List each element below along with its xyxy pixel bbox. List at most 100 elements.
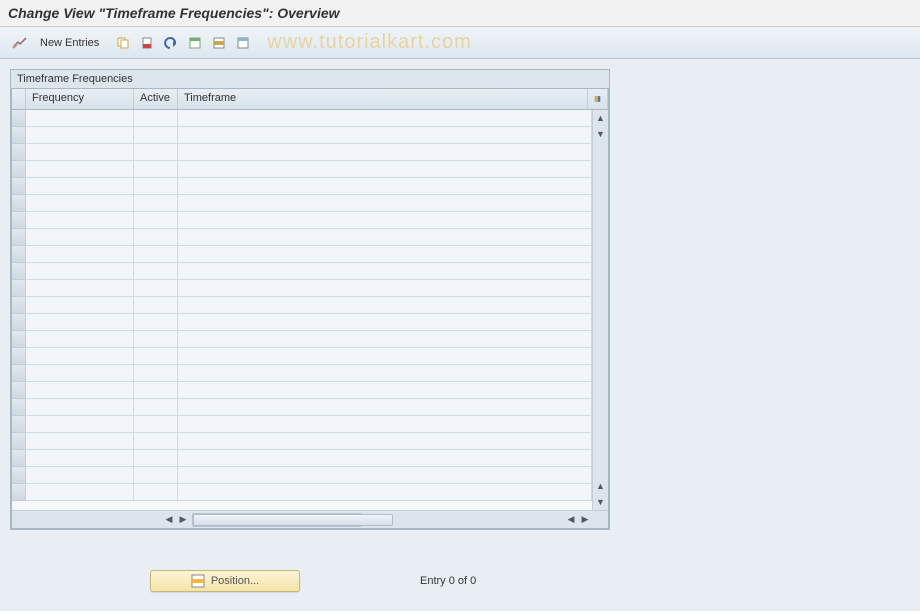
cell-timeframe[interactable] (178, 365, 592, 381)
row-selector[interactable] (12, 365, 26, 382)
new-entries-button[interactable]: New Entries (34, 35, 105, 51)
cell-timeframe[interactable] (178, 280, 592, 296)
cell-timeframe[interactable] (178, 382, 592, 398)
column-header-timeframe[interactable]: Timeframe (178, 89, 588, 109)
table-row[interactable] (26, 246, 592, 263)
cell-frequency[interactable] (26, 212, 134, 228)
cell-timeframe[interactable] (178, 110, 592, 126)
cell-frequency[interactable] (26, 467, 134, 483)
row-selector[interactable] (12, 229, 26, 246)
cell-frequency[interactable] (26, 263, 134, 279)
table-row[interactable] (26, 229, 592, 246)
cell-timeframe[interactable] (178, 144, 592, 160)
scroll-up-bottom-icon[interactable]: ▲ (593, 478, 608, 494)
cell-timeframe[interactable] (178, 416, 592, 432)
row-selector[interactable] (12, 127, 26, 144)
table-row[interactable] (26, 212, 592, 229)
cell-active[interactable] (134, 297, 178, 313)
cell-active[interactable] (134, 280, 178, 296)
table-row[interactable] (26, 433, 592, 450)
cell-timeframe[interactable] (178, 178, 592, 194)
cell-active[interactable] (134, 195, 178, 211)
table-row[interactable] (26, 450, 592, 467)
cell-frequency[interactable] (26, 314, 134, 330)
cell-timeframe[interactable] (178, 127, 592, 143)
copy-icon[interactable] (113, 33, 133, 53)
cell-active[interactable] (134, 467, 178, 483)
column-header-active[interactable]: Active (134, 89, 178, 109)
cell-active[interactable] (134, 263, 178, 279)
table-row[interactable] (26, 297, 592, 314)
position-button[interactable]: Position... (150, 570, 300, 592)
row-selector[interactable] (12, 314, 26, 331)
row-selector[interactable] (12, 297, 26, 314)
row-selector[interactable] (12, 331, 26, 348)
cell-timeframe[interactable] (178, 314, 592, 330)
row-selector[interactable] (12, 144, 26, 161)
cell-frequency[interactable] (26, 331, 134, 347)
table-row[interactable] (26, 467, 592, 484)
cell-timeframe[interactable] (178, 297, 592, 313)
row-selector[interactable] (12, 195, 26, 212)
cell-frequency[interactable] (26, 178, 134, 194)
scroll-left-icon[interactable]: ◀ (162, 513, 176, 527)
table-row[interactable] (26, 144, 592, 161)
table-row[interactable] (26, 416, 592, 433)
row-selector[interactable] (12, 382, 26, 399)
cell-active[interactable] (134, 382, 178, 398)
delete-icon[interactable] (137, 33, 157, 53)
cell-frequency[interactable] (26, 297, 134, 313)
row-selector[interactable] (12, 450, 26, 467)
column-config-icon[interactable] (588, 89, 608, 109)
cell-active[interactable] (134, 348, 178, 364)
table-row[interactable] (26, 195, 592, 212)
horizontal-scrollbar[interactable]: ◀ ▶ ◀ ▶ (12, 510, 608, 528)
row-selector[interactable] (12, 348, 26, 365)
cell-active[interactable] (134, 314, 178, 330)
column-header-frequency[interactable]: Frequency (26, 89, 134, 109)
cell-frequency[interactable] (26, 161, 134, 177)
table-row[interactable] (26, 161, 592, 178)
row-selector[interactable] (12, 484, 26, 501)
cell-active[interactable] (134, 212, 178, 228)
table-row[interactable] (26, 365, 592, 382)
cell-frequency[interactable] (26, 280, 134, 296)
cell-active[interactable] (134, 433, 178, 449)
hscroll-thumb[interactable] (193, 514, 393, 526)
scroll-down-icon[interactable]: ▼ (593, 126, 608, 142)
cell-frequency[interactable] (26, 144, 134, 160)
deselect-all-icon[interactable] (233, 33, 253, 53)
select-block-icon[interactable] (209, 33, 229, 53)
scroll-up-icon[interactable]: ▲ (593, 110, 608, 126)
cell-active[interactable] (134, 399, 178, 415)
cell-timeframe[interactable] (178, 467, 592, 483)
cell-timeframe[interactable] (178, 229, 592, 245)
row-selector[interactable] (12, 280, 26, 297)
row-selector[interactable] (12, 416, 26, 433)
row-selector[interactable] (12, 399, 26, 416)
table-row[interactable] (26, 263, 592, 280)
table-row[interactable] (26, 314, 592, 331)
cell-active[interactable] (134, 127, 178, 143)
row-selector[interactable] (12, 178, 26, 195)
cell-frequency[interactable] (26, 348, 134, 364)
row-selector[interactable] (12, 246, 26, 263)
cell-timeframe[interactable] (178, 195, 592, 211)
cell-timeframe[interactable] (178, 433, 592, 449)
cell-active[interactable] (134, 178, 178, 194)
cell-frequency[interactable] (26, 229, 134, 245)
cell-frequency[interactable] (26, 195, 134, 211)
cell-timeframe[interactable] (178, 212, 592, 228)
cell-timeframe[interactable] (178, 399, 592, 415)
row-selector[interactable] (12, 212, 26, 229)
row-selector[interactable] (12, 433, 26, 450)
table-row[interactable] (26, 399, 592, 416)
cell-active[interactable] (134, 416, 178, 432)
scroll-right-end-icon[interactable]: ▶ (578, 513, 592, 527)
scroll-right-icon[interactable]: ▶ (176, 513, 190, 527)
cell-frequency[interactable] (26, 416, 134, 432)
scroll-down-bottom-icon[interactable]: ▼ (593, 494, 608, 510)
cell-frequency[interactable] (26, 365, 134, 381)
table-row[interactable] (26, 484, 592, 501)
cell-frequency[interactable] (26, 110, 134, 126)
